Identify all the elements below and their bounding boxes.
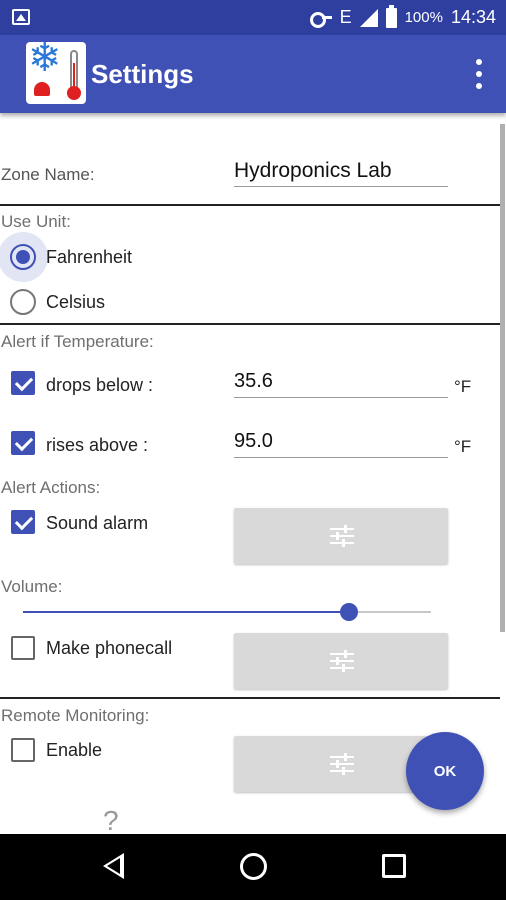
snowflake-icon: ❄ [28, 42, 62, 80]
celsius-label[interactable]: Celsius [46, 292, 105, 313]
signal-icon [359, 8, 378, 27]
divider [0, 323, 500, 325]
celsius-radio[interactable] [10, 289, 36, 315]
drops-below-input[interactable]: 35.6 [234, 370, 448, 398]
recent-apps-icon[interactable] [382, 854, 406, 878]
sound-alarm-label[interactable]: Sound alarm [46, 513, 148, 534]
remote-monitoring-label: Remote Monitoring: [1, 706, 150, 725]
app-logo-icon: ❄ [26, 42, 86, 104]
status-icons: E 100% 14:34 [309, 0, 496, 35]
navigation-bar [0, 834, 506, 900]
tune-icon [330, 525, 354, 547]
volume-slider[interactable] [23, 603, 431, 621]
divider [0, 204, 500, 206]
bell-icon [34, 82, 50, 96]
drops-below-label[interactable]: drops below : [46, 375, 153, 396]
fahrenheit-label[interactable]: Fahrenheit [46, 247, 132, 268]
remote-enable-label[interactable]: Enable [46, 740, 102, 761]
volume-slider-thumb[interactable] [340, 603, 359, 621]
scrollbar[interactable] [500, 124, 505, 632]
overflow-menu-icon[interactable] [474, 59, 484, 89]
rises-above-checkbox[interactable] [11, 431, 35, 455]
tune-icon [330, 650, 354, 672]
sound-settings-button[interactable] [234, 508, 448, 564]
make-phonecall-checkbox[interactable] [11, 636, 35, 660]
zone-name-input[interactable]: Hydroponics Lab [234, 159, 448, 187]
alert-temperature-label: Alert if Temperature: [1, 332, 154, 351]
make-phonecall-label[interactable]: Make phonecall [46, 638, 172, 659]
fahrenheit-radio[interactable] [10, 244, 36, 270]
rises-above-input[interactable]: 95.0 [234, 430, 448, 458]
drops-below-checkbox[interactable] [11, 371, 35, 395]
ok-button[interactable]: OK [406, 732, 484, 810]
clock: 14:34 [450, 7, 496, 27]
zone-name-label: Zone Name: [1, 165, 95, 184]
network-type: E [339, 7, 352, 27]
drops-below-unit: °F [454, 377, 472, 396]
thermometer-bulb [67, 86, 81, 100]
phonecall-settings-button[interactable] [234, 633, 448, 689]
alert-actions-label: Alert Actions: [1, 478, 101, 497]
remote-enable-checkbox[interactable] [11, 738, 35, 762]
volume-slider-fill [23, 611, 350, 613]
use-unit-label: Use Unit: [1, 212, 71, 231]
vpn-key-icon [309, 11, 332, 28]
thermometer-icon [70, 50, 78, 90]
rises-above-unit: °F [454, 437, 472, 456]
sound-alarm-checkbox[interactable] [11, 510, 35, 534]
rises-above-label[interactable]: rises above : [46, 435, 148, 456]
tune-icon [330, 753, 354, 775]
app-bar: ❄ Settings [0, 35, 506, 113]
battery-icon [385, 4, 397, 28]
help-icon[interactable]: ? [103, 805, 119, 837]
volume-label: Volume: [1, 577, 63, 596]
status-bar: E 100% 14:34 [0, 0, 506, 35]
home-icon[interactable] [240, 853, 267, 880]
battery-percent: 100% [404, 9, 443, 26]
page-title: Settings [91, 59, 194, 89]
image-notification-icon [12, 9, 30, 25]
back-icon[interactable] [103, 853, 124, 879]
divider [0, 697, 500, 699]
